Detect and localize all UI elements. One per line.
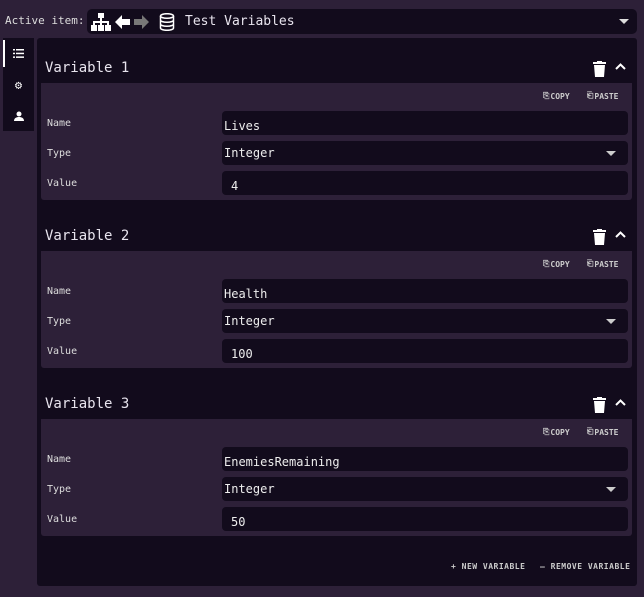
type-select[interactable]: Integer bbox=[222, 141, 628, 165]
variable-header[interactable]: Variable 3 bbox=[41, 374, 632, 419]
variable-header[interactable]: Variable 2 bbox=[41, 206, 632, 251]
copy-icon: ⎘ bbox=[543, 427, 550, 436]
name-label: Name bbox=[47, 454, 72, 465]
paste-button[interactable]: ⎗ PASTE bbox=[587, 259, 619, 269]
copy-label: COPY bbox=[550, 427, 570, 437]
value-label: Value bbox=[47, 514, 78, 525]
copy-button[interactable]: ⎘ COPY bbox=[543, 91, 570, 101]
arrow-left-icon[interactable] bbox=[115, 14, 130, 29]
paste-label: PASTE bbox=[594, 259, 619, 269]
chevron-up-icon[interactable] bbox=[615, 399, 626, 406]
variable-card: Variable 2 ⎘ COPY ⎗ PASTE Name Health Type… bbox=[41, 206, 632, 368]
variable-card: Variable 3 ⎘ COPY ⎗ PASTE Name EnemiesRema… bbox=[41, 374, 632, 536]
variable-title: Variable 1 bbox=[45, 60, 130, 76]
remove-variable-label: REMOVE VARIABLE bbox=[550, 562, 631, 571]
type-label: Type bbox=[47, 484, 72, 495]
paste-label: PASTE bbox=[594, 427, 619, 437]
copy-icon: ⎘ bbox=[543, 259, 550, 268]
trash-icon[interactable] bbox=[593, 397, 606, 413]
paste-label: PASTE bbox=[594, 91, 619, 101]
variable-body: ⎘ COPY ⎗ PASTE Name Lives Type Integer Val… bbox=[41, 83, 632, 200]
remove-variable-button[interactable]: — REMOVE VARIABLE bbox=[540, 562, 630, 571]
name-label: Name bbox=[47, 286, 72, 297]
active-item-select[interactable]: Test Variables bbox=[87, 9, 637, 34]
user-icon bbox=[13, 111, 24, 121]
trash-icon[interactable] bbox=[593, 61, 606, 77]
copy-icon: ⎘ bbox=[543, 91, 550, 100]
variable-title: Variable 3 bbox=[45, 396, 130, 412]
variable-header[interactable]: Variable 1 bbox=[41, 38, 632, 83]
gear-icon: ⚙ bbox=[14, 77, 23, 92]
copy-label: COPY bbox=[550, 259, 570, 269]
value-input[interactable]: 4 bbox=[222, 171, 628, 195]
paste-icon: ⎗ bbox=[587, 259, 594, 268]
variable-body: ⎘ COPY ⎗ PASTE Name EnemiesRemaining Type … bbox=[41, 419, 632, 536]
type-select[interactable]: Integer bbox=[222, 309, 628, 333]
paste-icon: ⎗ bbox=[587, 427, 594, 436]
hierarchy-icon[interactable] bbox=[91, 12, 111, 31]
list-icon bbox=[13, 49, 24, 58]
name-input[interactable]: Lives bbox=[222, 111, 628, 135]
copy-button[interactable]: ⎘ COPY bbox=[543, 427, 570, 437]
sidebar: ⚙ bbox=[3, 38, 34, 131]
database-icon bbox=[159, 12, 175, 31]
arrow-right-icon[interactable] bbox=[134, 14, 149, 29]
sidebar-item-list[interactable] bbox=[3, 38, 34, 69]
new-variable-label: NEW VARIABLE bbox=[461, 562, 526, 571]
value-input[interactable]: 50 bbox=[222, 507, 628, 531]
value-input[interactable]: 100 bbox=[222, 339, 628, 363]
type-label: Type bbox=[47, 316, 72, 327]
sidebar-item-user[interactable] bbox=[3, 100, 34, 131]
variable-title: Variable 2 bbox=[45, 228, 130, 244]
paste-button[interactable]: ⎗ PASTE bbox=[587, 427, 619, 437]
active-item-title: Test Variables bbox=[185, 14, 295, 29]
main-panel: Variable 1 ⎘ COPY ⎗ PASTE Name Lives Type … bbox=[37, 38, 637, 586]
paste-button[interactable]: ⎗ PASTE bbox=[587, 91, 619, 101]
variable-card: Variable 1 ⎘ COPY ⎗ PASTE Name Lives Type … bbox=[41, 38, 632, 200]
value-label: Value bbox=[47, 178, 78, 189]
chevron-up-icon[interactable] bbox=[615, 231, 626, 238]
name-input[interactable]: Health bbox=[222, 279, 628, 303]
copy-button[interactable]: ⎘ COPY bbox=[543, 259, 570, 269]
trash-icon[interactable] bbox=[593, 229, 606, 245]
chevron-up-icon[interactable] bbox=[615, 63, 626, 70]
active-item-label: Active item: bbox=[5, 14, 85, 27]
chevron-down-icon[interactable] bbox=[619, 19, 629, 24]
name-input[interactable]: EnemiesRemaining bbox=[222, 447, 628, 471]
type-select[interactable]: Integer bbox=[222, 477, 628, 501]
sidebar-item-settings[interactable]: ⚙ bbox=[3, 69, 34, 100]
value-label: Value bbox=[47, 346, 78, 357]
copy-label: COPY bbox=[550, 91, 570, 101]
paste-icon: ⎗ bbox=[587, 91, 594, 100]
new-variable-button[interactable]: + NEW VARIABLE bbox=[451, 562, 525, 571]
name-label: Name bbox=[47, 118, 72, 129]
type-label: Type bbox=[47, 148, 72, 159]
variable-body: ⎘ COPY ⎗ PASTE Name Health Type Integer Va… bbox=[41, 251, 632, 368]
